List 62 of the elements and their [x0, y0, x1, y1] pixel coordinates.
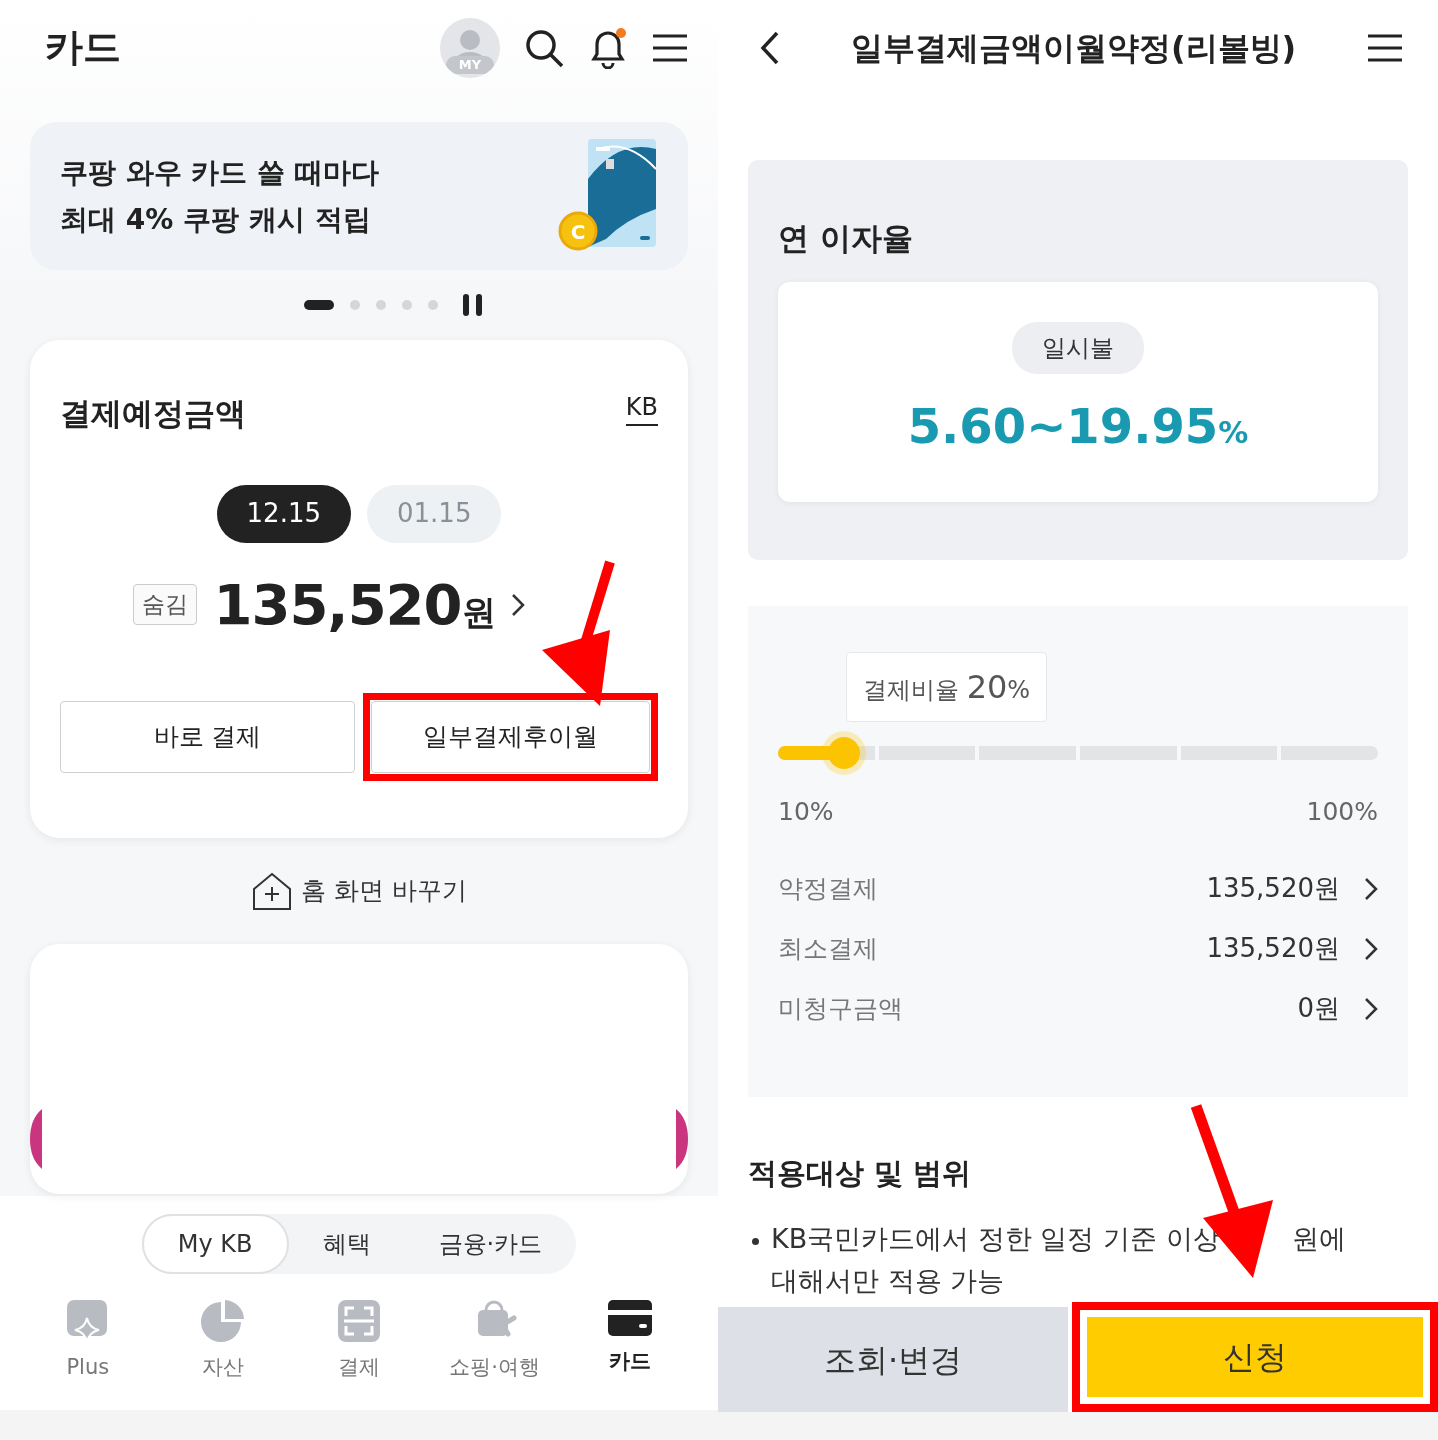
segment-tab[interactable]: 혜택 [288, 1214, 405, 1274]
row-value[interactable]: 0원 [1297, 989, 1340, 1028]
menu-icon[interactable] [1367, 32, 1403, 63]
nav-item[interactable]: 카드 [609, 1346, 652, 1378]
promo-banner[interactable]: 쿠팡 와우 카드 쓸 때마다 최대 4% 쿠팡 캐시 적립 C [30, 122, 688, 270]
back-icon[interactable] [760, 30, 780, 65]
inquiry-button[interactable]: 조회·변경 [718, 1307, 1068, 1412]
payment-button[interactable]: 바로 결제 [60, 700, 355, 773]
rate-text: 5.60~19.95% [907, 396, 1249, 456]
card-link[interactable]: KB [625, 390, 658, 426]
page-title: 카드 [45, 24, 122, 71]
menu-icon[interactable] [652, 32, 688, 63]
carousel-peek [30, 1109, 42, 1169]
row-label: 최소결제 [778, 932, 879, 965]
row-value[interactable]: 135,520원 [1206, 929, 1340, 968]
row-value[interactable]: 135,520원 [1206, 869, 1340, 908]
scope-text: KB국민카드에서 정한 일정 기준 이상 [771, 1221, 1220, 1256]
scope-text: 대해서만 적용 가능 [771, 1263, 1006, 1298]
banner-text: 쿠팡 와우 카드 쓸 때마다 [60, 155, 380, 191]
scan-icon[interactable] [336, 1298, 382, 1344]
nav-item[interactable]: 자산 [202, 1352, 245, 1384]
min-label: 10% [778, 796, 834, 828]
amount-text: 135,520원 [213, 570, 495, 639]
payment-button[interactable]: 일부결제후이월 [371, 700, 650, 773]
page-dot[interactable] [350, 300, 360, 310]
home-icon [251, 871, 294, 911]
home-change-link[interactable]: 홈 화면 바꾸기 [301, 872, 467, 910]
nav-item[interactable]: Plus [66, 1352, 110, 1384]
nav-item[interactable]: 결제 [338, 1352, 380, 1384]
coin-label: C [569, 218, 587, 246]
max-label: 100% [1306, 796, 1378, 828]
page-dot[interactable] [428, 300, 438, 310]
section-title: 연 이자율 [778, 219, 914, 258]
carousel-peek [676, 1109, 688, 1169]
nav-item[interactable]: 쇼핑·여행 [449, 1352, 540, 1384]
banner-text: 최대 4% 쿠팡 캐시 적립 [60, 202, 372, 238]
segment-tab[interactable]: My KB [141, 1214, 289, 1274]
pause-icon[interactable] [462, 293, 484, 317]
hide-toggle[interactable]: 숨김 [133, 584, 198, 625]
plan-tag: 일시불 [1012, 321, 1144, 374]
scope-text: 원에 [1291, 1221, 1346, 1256]
segment-tab[interactable]: 금융·카드 [404, 1214, 577, 1274]
chevron-right-icon [510, 592, 525, 617]
date-tab[interactable]: 12.15 [216, 484, 351, 543]
bullet-dot [752, 1237, 759, 1245]
section-title: 적용대상 및 범위 [748, 1155, 973, 1192]
page-title: 일부결제금액이월약정(리볼빙) [849, 27, 1298, 69]
search-icon[interactable] [524, 27, 564, 68]
section-title: 결제예정금액 [60, 394, 246, 433]
pie-chart-icon[interactable] [200, 1298, 247, 1344]
page-dot[interactable] [376, 300, 386, 310]
chevron-right-icon [1364, 996, 1378, 1021]
apply-button[interactable]: 신청 [1087, 1317, 1423, 1397]
page-dot[interactable] [402, 300, 412, 310]
ratio-tooltip: 결제비율 20% [846, 652, 1048, 722]
slider-thumb[interactable] [822, 731, 866, 775]
card-icon[interactable] [607, 1298, 654, 1338]
bell-icon[interactable] [588, 26, 628, 69]
row-label: 약정결제 [778, 872, 879, 905]
row-label: 미청구금액 [778, 992, 904, 1025]
chevron-right-icon [1364, 936, 1378, 961]
chevron-right-icon [1364, 876, 1378, 901]
